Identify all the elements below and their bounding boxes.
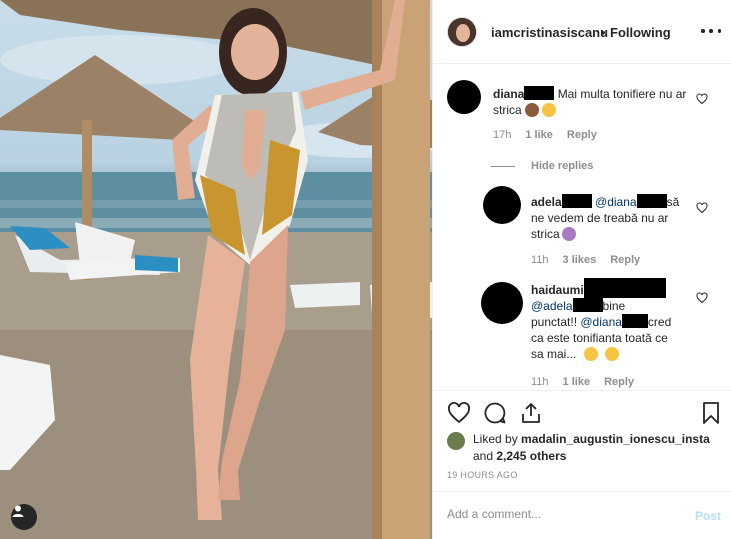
comment-time: 11h bbox=[531, 376, 549, 388]
commenter-avatar[interactable] bbox=[481, 282, 523, 324]
avatar-image bbox=[448, 18, 476, 46]
redaction-bar bbox=[561, 194, 592, 208]
reply-button[interactable]: Reply bbox=[567, 129, 597, 141]
comment-time: 11h bbox=[531, 254, 549, 266]
comment-body: bine bbox=[602, 299, 626, 313]
comment-body: ca este tonifianta toată ce bbox=[531, 331, 668, 345]
redaction-bar bbox=[621, 314, 648, 328]
author-avatar[interactable] bbox=[447, 17, 477, 47]
post-photo[interactable] bbox=[0, 0, 432, 539]
following-button[interactable]: Following bbox=[610, 25, 671, 40]
redaction-bar bbox=[524, 86, 555, 100]
beach-scene bbox=[0, 0, 432, 539]
more-options-icon[interactable] bbox=[701, 26, 721, 36]
reply-button[interactable]: Reply bbox=[610, 254, 640, 266]
comment-text: diana Mai multa tonifiere nu ar strica bbox=[493, 86, 703, 118]
comment-likes[interactable]: 3 likes bbox=[563, 254, 597, 266]
comment-username[interactable]: diana bbox=[493, 87, 524, 101]
post-comment-button[interactable]: Post bbox=[695, 509, 721, 523]
liked-and-label: and bbox=[473, 449, 494, 463]
comment-body: punctat!! bbox=[531, 315, 578, 329]
emoji-icon bbox=[561, 227, 576, 241]
post-timestamp: 19 HOURS AGO bbox=[447, 470, 518, 480]
action-bar bbox=[433, 390, 731, 426]
like-comment-heart-icon[interactable] bbox=[696, 292, 708, 304]
comment-body: strica bbox=[531, 227, 560, 241]
post-sidebar: iamcristinasiscanu • Following diana Mai… bbox=[432, 0, 731, 539]
comment-meta: 11h 3 likes Reply bbox=[531, 254, 654, 266]
bookmark-icon[interactable] bbox=[699, 401, 723, 425]
reply-button[interactable]: Reply bbox=[604, 376, 634, 388]
comment-meta: 17h 1 like Reply bbox=[493, 129, 611, 141]
share-icon[interactable] bbox=[519, 401, 543, 425]
heart-icon[interactable] bbox=[447, 401, 471, 425]
author-username[interactable]: iamcristinasiscanu bbox=[491, 25, 608, 40]
mention-link[interactable]: @adela bbox=[531, 299, 573, 313]
comment-text: haidaumi @adela bine punctat!! @diana cred… bbox=[531, 278, 703, 362]
comment-body: să bbox=[666, 195, 680, 209]
likes-summary: Liked by madalin_augustin_ionescu_insta … bbox=[473, 431, 723, 465]
comment-meta: 11h 1 like Reply bbox=[531, 376, 648, 388]
post-header: iamcristinasiscanu • Following bbox=[433, 0, 731, 64]
user-tag-icon bbox=[12, 505, 24, 517]
comment-username[interactable]: haidaumi bbox=[531, 283, 584, 297]
like-comment-heart-icon[interactable] bbox=[696, 202, 708, 214]
comment-body: cred bbox=[647, 315, 672, 329]
comment-body: sa mai... bbox=[531, 347, 577, 361]
redaction-bar bbox=[583, 278, 666, 298]
comment-input[interactable] bbox=[447, 507, 677, 521]
user-tag-button[interactable] bbox=[11, 504, 37, 530]
commenter-avatar[interactable] bbox=[483, 186, 521, 224]
emoji-icon bbox=[525, 103, 540, 117]
liker-username[interactable]: madalin_augustin_ionescu_insta bbox=[521, 432, 710, 446]
redaction-bar bbox=[636, 194, 667, 208]
comment-body: ne vedem de treabă nu ar bbox=[531, 211, 669, 225]
redaction-bar bbox=[572, 298, 603, 312]
emoji-icon bbox=[583, 347, 598, 361]
emoji-icon bbox=[542, 103, 557, 117]
comment-username[interactable]: adela bbox=[531, 195, 562, 209]
mention-link[interactable]: @diana bbox=[595, 195, 637, 209]
like-comment-heart-icon[interactable] bbox=[696, 93, 708, 105]
mention-link[interactable]: @diana bbox=[580, 315, 622, 329]
likes-others-link[interactable]: 2,245 others bbox=[496, 449, 566, 463]
comment-time: 17h bbox=[493, 129, 512, 141]
comment-likes[interactable]: 1 like bbox=[525, 129, 553, 141]
comment-text: adela @diana să ne vedem de treabă nu ar … bbox=[531, 194, 703, 242]
comment-icon[interactable] bbox=[483, 401, 507, 425]
liker-avatar[interactable] bbox=[447, 432, 465, 450]
add-comment-bar: Post bbox=[433, 491, 731, 539]
liked-by-label: Liked by bbox=[473, 432, 518, 446]
emoji-icon bbox=[605, 347, 620, 361]
commenter-avatar[interactable] bbox=[447, 80, 481, 114]
separator-dot: • bbox=[601, 25, 606, 40]
hide-replies-button[interactable]: Hide replies bbox=[491, 160, 593, 172]
comment-likes[interactable]: 1 like bbox=[563, 376, 591, 388]
